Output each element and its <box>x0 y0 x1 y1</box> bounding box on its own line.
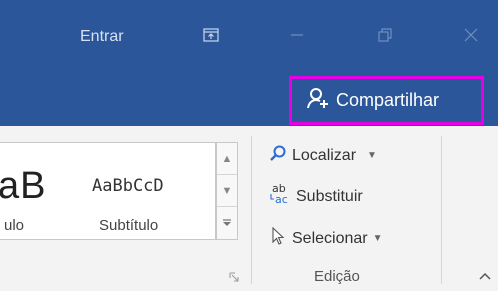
replace-label: Substituir <box>296 187 363 205</box>
style-preview-title[interactable]: aB <box>0 165 46 208</box>
style-label-subtitle: Subtítulo <box>99 217 159 234</box>
person-add-icon <box>306 86 330 115</box>
chevron-down-icon: ▼ <box>367 150 377 161</box>
select-label: Selecionar <box>292 229 368 247</box>
select-button[interactable]: Selecionar ▼ <box>269 226 383 251</box>
share-label: Compartilhar <box>336 90 440 110</box>
group-divider <box>251 136 252 284</box>
search-icon <box>269 144 287 167</box>
gallery-scroll-up-icon[interactable]: ▲ <box>217 143 237 175</box>
gallery-scroll-down-icon[interactable]: ▼ <box>217 175 237 207</box>
style-label-title: ulo <box>4 217 25 234</box>
title-bar: Entrar <box>0 0 498 68</box>
share-button[interactable]: Compartilhar <box>289 76 484 125</box>
editing-group-label: Edição <box>314 268 360 285</box>
ribbon-display-options-icon[interactable] <box>196 22 226 48</box>
group-divider <box>441 136 442 284</box>
collapse-ribbon-icon[interactable] <box>478 268 492 284</box>
close-icon[interactable] <box>456 22 486 48</box>
styles-gallery-scroll: ▲ ▼ <box>216 142 238 240</box>
styles-gallery: aB AaBbCcD ulo Subtítulo <box>0 142 216 240</box>
styles-dialog-launcher-icon[interactable] <box>229 272 239 285</box>
replace-button[interactable]: ab ac Substituir <box>269 182 363 211</box>
find-label: Localizar <box>292 146 357 164</box>
restore-icon[interactable] <box>370 22 400 48</box>
find-button[interactable]: Localizar ▼ <box>269 144 377 167</box>
replace-icon: ab ac <box>269 182 291 211</box>
style-preview-subtitle[interactable]: AaBbCcD <box>92 176 164 196</box>
svg-text:ac: ac <box>275 193 288 206</box>
sign-in-link[interactable]: Entrar <box>80 28 124 46</box>
gallery-more-icon[interactable] <box>217 207 237 239</box>
chevron-down-icon: ▼ <box>372 233 383 244</box>
cursor-icon <box>269 226 287 251</box>
minimize-icon[interactable] <box>282 22 312 48</box>
